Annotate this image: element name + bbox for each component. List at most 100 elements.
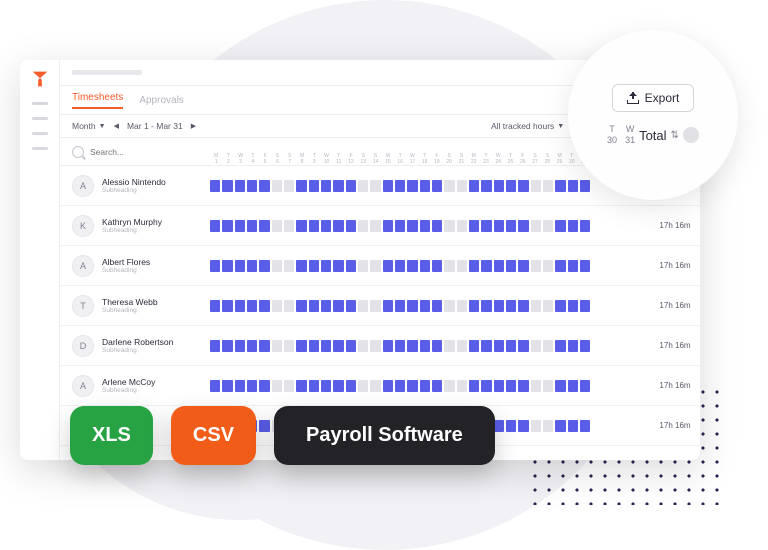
day-cell[interactable] — [309, 220, 319, 232]
day-cell[interactable] — [531, 220, 541, 232]
day-cell[interactable] — [494, 300, 504, 312]
day-cell[interactable] — [531, 420, 541, 432]
day-cell[interactable] — [383, 180, 393, 192]
day-cell[interactable] — [420, 340, 430, 352]
day-cell[interactable] — [395, 380, 405, 392]
day-cell[interactable] — [580, 420, 590, 432]
day-cell[interactable] — [506, 420, 516, 432]
day-cell[interactable] — [555, 260, 565, 272]
day-cell[interactable] — [481, 340, 491, 352]
day-cell[interactable] — [543, 420, 553, 432]
day-cell[interactable] — [407, 380, 417, 392]
day-cell[interactable] — [346, 260, 356, 272]
sort-icon[interactable]: ⇅ — [671, 130, 679, 141]
timesheet-row[interactable]: KKathryn MurphySubheading17h 16m — [60, 206, 700, 246]
day-cell[interactable] — [531, 340, 541, 352]
day-cell[interactable] — [444, 340, 454, 352]
day-cell[interactable] — [555, 300, 565, 312]
day-cell[interactable] — [309, 180, 319, 192]
day-cell[interactable] — [568, 300, 578, 312]
date-range[interactable]: Mar 1 - Mar 31 — [127, 121, 183, 131]
day-cell[interactable] — [235, 340, 245, 352]
day-cell[interactable] — [333, 380, 343, 392]
day-cell[interactable] — [506, 380, 516, 392]
day-cell[interactable] — [580, 260, 590, 272]
day-cell[interactable] — [457, 260, 467, 272]
xls-chip[interactable]: XLS — [70, 406, 153, 465]
day-cell[interactable] — [222, 380, 232, 392]
day-cell[interactable] — [444, 220, 454, 232]
day-cell[interactable] — [568, 420, 578, 432]
sidebar-nav-item[interactable] — [32, 147, 48, 150]
day-cell[interactable] — [321, 300, 331, 312]
export-button[interactable]: Export — [612, 84, 695, 112]
day-cell[interactable] — [272, 260, 282, 272]
nav-prev-icon[interactable]: ◀ — [114, 122, 119, 130]
tab-approvals[interactable]: Approvals — [139, 95, 183, 106]
day-cell[interactable] — [407, 180, 417, 192]
day-cell[interactable] — [235, 260, 245, 272]
day-cell[interactable] — [457, 180, 467, 192]
day-cell[interactable] — [494, 420, 504, 432]
day-cell[interactable] — [543, 260, 553, 272]
day-cell[interactable] — [333, 260, 343, 272]
day-cell[interactable] — [568, 220, 578, 232]
day-cell[interactable] — [321, 260, 331, 272]
day-cell[interactable] — [395, 340, 405, 352]
day-cell[interactable] — [383, 220, 393, 232]
day-cell[interactable] — [370, 180, 380, 192]
day-cell[interactable] — [247, 220, 257, 232]
day-cell[interactable] — [383, 300, 393, 312]
day-cell[interactable] — [284, 380, 294, 392]
tab-timesheets[interactable]: Timesheets — [72, 92, 123, 109]
day-cell[interactable] — [568, 180, 578, 192]
day-cell[interactable] — [481, 260, 491, 272]
day-cell[interactable] — [444, 300, 454, 312]
day-cell[interactable] — [259, 260, 269, 272]
app-logo[interactable] — [29, 68, 51, 90]
day-cell[interactable] — [469, 180, 479, 192]
day-cell[interactable] — [568, 260, 578, 272]
day-cell[interactable] — [543, 180, 553, 192]
day-cell[interactable] — [259, 340, 269, 352]
day-cell[interactable] — [383, 380, 393, 392]
day-cell[interactable] — [370, 260, 380, 272]
day-cell[interactable] — [395, 180, 405, 192]
day-cell[interactable] — [481, 180, 491, 192]
day-cell[interactable] — [346, 380, 356, 392]
day-cell[interactable] — [543, 300, 553, 312]
day-cell[interactable] — [407, 300, 417, 312]
day-cell[interactable] — [358, 220, 368, 232]
day-cell[interactable] — [321, 220, 331, 232]
day-cell[interactable] — [494, 340, 504, 352]
day-cell[interactable] — [407, 340, 417, 352]
day-cell[interactable] — [272, 220, 282, 232]
day-cell[interactable] — [346, 180, 356, 192]
day-cell[interactable] — [543, 220, 553, 232]
day-cell[interactable] — [370, 220, 380, 232]
day-cell[interactable] — [518, 220, 528, 232]
day-cell[interactable] — [321, 340, 331, 352]
day-cell[interactable] — [247, 180, 257, 192]
day-cell[interactable] — [494, 220, 504, 232]
day-cell[interactable] — [309, 300, 319, 312]
day-cell[interactable] — [555, 420, 565, 432]
day-cell[interactable] — [568, 340, 578, 352]
day-cell[interactable] — [432, 340, 442, 352]
day-cell[interactable] — [432, 220, 442, 232]
day-cell[interactable] — [333, 220, 343, 232]
day-cell[interactable] — [222, 260, 232, 272]
day-cell[interactable] — [235, 180, 245, 192]
day-cell[interactable] — [247, 260, 257, 272]
day-cell[interactable] — [358, 380, 368, 392]
day-cell[interactable] — [210, 260, 220, 272]
day-cell[interactable] — [457, 380, 467, 392]
day-cell[interactable] — [395, 220, 405, 232]
day-cell[interactable] — [321, 380, 331, 392]
day-cell[interactable] — [580, 180, 590, 192]
day-cell[interactable] — [432, 300, 442, 312]
day-cell[interactable] — [309, 260, 319, 272]
day-cell[interactable] — [210, 340, 220, 352]
day-cell[interactable] — [210, 220, 220, 232]
day-cell[interactable] — [247, 300, 257, 312]
